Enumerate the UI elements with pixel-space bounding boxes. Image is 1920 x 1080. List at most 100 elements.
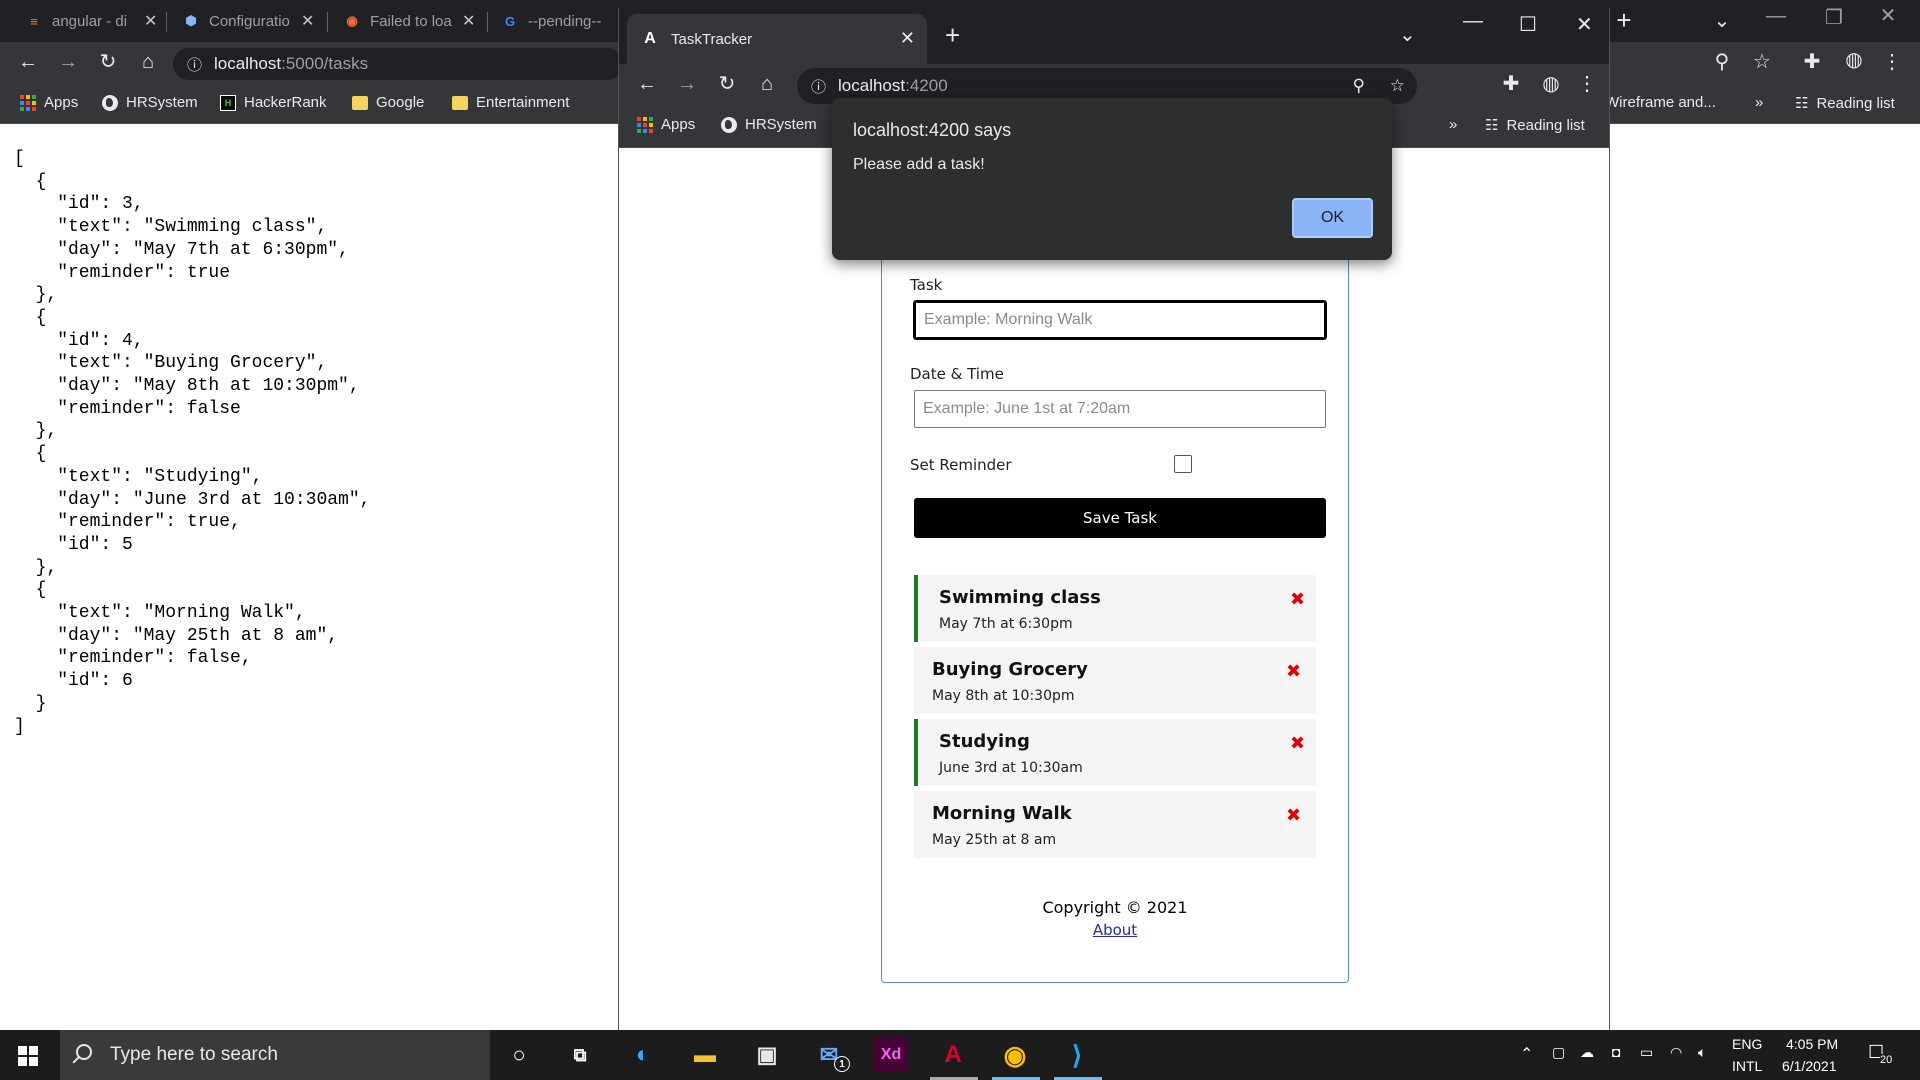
chrome-icon[interactable]: ◉ xyxy=(998,1038,1032,1072)
back-tab-1[interactable]: ⬢ Configuratio ✕ xyxy=(183,6,314,36)
home-icon[interactable]: ⌂ xyxy=(136,52,160,72)
back-address-bar[interactable]: ⓘ localhost:5000/tasks xyxy=(173,48,623,80)
bookmark-hrsystem[interactable]: HRSystem xyxy=(102,94,198,111)
task-item[interactable]: Morning Walk May 25th at 8 am ✖ xyxy=(914,791,1316,858)
back-tab-2[interactable]: ◉ Failed to loa ✕ xyxy=(344,6,475,36)
alert-message: Please add a task! xyxy=(853,156,985,173)
tab-separator xyxy=(327,12,328,32)
cortana-icon[interactable]: ○ xyxy=(502,1038,536,1072)
new-tab-icon[interactable]: + xyxy=(945,22,960,48)
json-line: { xyxy=(14,171,47,192)
close-tab-icon[interactable]: ✕ xyxy=(462,11,475,31)
tab-search-icon[interactable]: ⌄ xyxy=(1399,22,1416,47)
json-line: "day": "June 3rd at 10:30am", xyxy=(14,489,371,510)
tab-tasktracker[interactable]: A TaskTracker ✕ xyxy=(627,14,927,64)
bookmark-star-icon[interactable]: ☆ xyxy=(1750,52,1774,72)
clock-date[interactable]: 6/1/2021 xyxy=(1782,1058,1837,1074)
delete-task-icon[interactable]: ✖ xyxy=(1286,805,1301,826)
clock-time[interactable]: 4:05 PM xyxy=(1786,1036,1838,1052)
bookmark-apps[interactable]: Apps xyxy=(637,116,695,133)
back-arrow-icon[interactable]: ← xyxy=(635,74,659,94)
task-item[interactable]: Studying June 3rd at 10:30am ✖ xyxy=(914,719,1316,786)
vscode-icon[interactable]: ⟩ xyxy=(1060,1038,1094,1072)
close-tab-icon[interactable]: ✕ xyxy=(900,28,915,49)
reminder-checkbox[interactable] xyxy=(1174,455,1192,473)
tab-search-icon[interactable]: ⌄ xyxy=(1710,11,1734,31)
extensions-icon[interactable]: ✚ xyxy=(1499,74,1523,94)
close-window-icon[interactable]: ✕ xyxy=(1876,6,1900,26)
task-view-icon[interactable]: ⧉ xyxy=(563,1038,597,1072)
json-line: }, xyxy=(14,557,58,578)
forward-arrow-icon[interactable]: → xyxy=(56,52,80,72)
file-explorer-icon[interactable]: ▬ xyxy=(688,1038,722,1072)
maximize-icon[interactable]: ☐ xyxy=(1519,12,1537,37)
tab-separator xyxy=(166,12,167,32)
task-input[interactable] xyxy=(913,300,1327,340)
keyboard-layout-indicator[interactable]: INTL xyxy=(1732,1058,1762,1074)
extensions-icon[interactable]: ✚ xyxy=(1800,52,1824,72)
reload-icon[interactable]: ↻ xyxy=(96,52,120,72)
mail-icon[interactable]: ✉ 1 xyxy=(812,1038,850,1072)
bookmark-star-icon[interactable]: ☆ xyxy=(1390,76,1405,96)
search-placeholder: Type here to search xyxy=(110,1044,278,1065)
edge-icon[interactable]: ◐ xyxy=(626,1038,660,1072)
bookmarks-overflow-icon[interactable]: » xyxy=(1449,116,1457,133)
minimize-icon[interactable]: — xyxy=(1764,6,1788,26)
task-item[interactable]: Buying Grocery May 8th at 10:30pm ✖ xyxy=(914,647,1316,714)
task-item[interactable]: Swimming class May 7th at 6:30pm ✖ xyxy=(914,575,1316,642)
menu-kebab-icon[interactable]: ⋮ xyxy=(1880,52,1904,72)
delete-task-icon[interactable]: ✖ xyxy=(1290,589,1305,610)
chevron-up-icon[interactable]: ⌃ xyxy=(1520,1044,1533,1064)
menu-kebab-icon[interactable]: ⋮ xyxy=(1575,74,1599,94)
close-tab-icon[interactable]: ✕ xyxy=(144,11,157,31)
bookmark-wireframe[interactable]: Wireframe and... xyxy=(1605,94,1716,111)
globe-icon xyxy=(102,94,118,111)
about-link[interactable]: About xyxy=(1093,921,1137,939)
date-time-input[interactable] xyxy=(914,390,1326,428)
angular-cli-icon[interactable]: A xyxy=(936,1038,970,1072)
bookmarks-overflow-icon[interactable]: » xyxy=(1755,94,1763,111)
windows-start-icon[interactable] xyxy=(18,1046,38,1066)
bookmark-apps[interactable]: Apps xyxy=(20,94,78,111)
wifi-icon[interactable]: ◠ xyxy=(1670,1044,1682,1061)
minimize-icon[interactable]: — xyxy=(1463,10,1483,33)
profile-avatar[interactable]: ◍ xyxy=(1539,74,1563,94)
meet-now-icon[interactable]: ▢ xyxy=(1552,1044,1565,1061)
forward-arrow-icon[interactable]: → xyxy=(675,74,699,94)
onedrive-icon[interactable]: ☁ xyxy=(1580,1044,1594,1061)
back-tab-0[interactable]: ≡ angular - di ✕ xyxy=(26,6,157,36)
new-tab-icon[interactable]: + xyxy=(1612,7,1636,33)
reading-list-button[interactable]: ☷ Reading list xyxy=(1795,94,1895,113)
vpn-icon[interactable]: ◘ xyxy=(1612,1044,1620,1060)
close-tab-icon[interactable]: ✕ xyxy=(301,11,314,31)
reload-icon[interactable]: ↻ xyxy=(715,74,739,94)
delete-task-icon[interactable]: ✖ xyxy=(1290,733,1305,754)
battery-icon[interactable]: ▭ xyxy=(1640,1044,1653,1061)
tab-title: TaskTracker xyxy=(671,30,753,48)
alert-ok-button[interactable]: OK xyxy=(1292,198,1373,238)
home-icon[interactable]: ⌂ xyxy=(755,74,779,94)
restore-icon[interactable]: ❐ xyxy=(1822,8,1846,28)
back-tab-3[interactable]: G --pending-- xyxy=(502,6,608,36)
zoom-icon[interactable]: ⚲ xyxy=(1710,52,1734,72)
settings-icon: ⬢ xyxy=(185,13,197,28)
bookmark-hrsystem[interactable]: HRSystem xyxy=(721,116,817,133)
delete-task-icon[interactable]: ✖ xyxy=(1286,661,1301,682)
reading-list-button[interactable]: ☷ Reading list xyxy=(1485,116,1585,135)
bookmark-hackerrank[interactable]: H HackerRank xyxy=(220,94,327,111)
profile-avatar[interactable]: ◍ xyxy=(1842,50,1866,70)
bookmark-entertainment[interactable]: Entertainment xyxy=(452,94,569,111)
volume-icon[interactable]: 🔈︎ xyxy=(1698,1044,1706,1061)
save-task-button[interactable]: Save Task xyxy=(914,498,1326,538)
adobe-xd-icon[interactable]: Xd xyxy=(874,1038,908,1072)
close-window-icon[interactable]: ✕ xyxy=(1576,12,1593,37)
store-icon[interactable]: ▣ xyxy=(750,1038,784,1072)
zoom-icon[interactable]: ⚲ xyxy=(1353,76,1365,96)
json-line: "reminder": false xyxy=(14,398,241,419)
back-arrow-icon[interactable]: ← xyxy=(16,52,40,72)
language-indicator[interactable]: ENG xyxy=(1732,1036,1762,1052)
taskbar-search-box[interactable]: Type here to search xyxy=(60,1030,490,1080)
alert-dialog: localhost:4200 says Please add a task! O… xyxy=(832,98,1392,260)
back-tab-title: Failed to loa xyxy=(370,12,452,30)
bookmark-google[interactable]: Google xyxy=(352,94,424,111)
